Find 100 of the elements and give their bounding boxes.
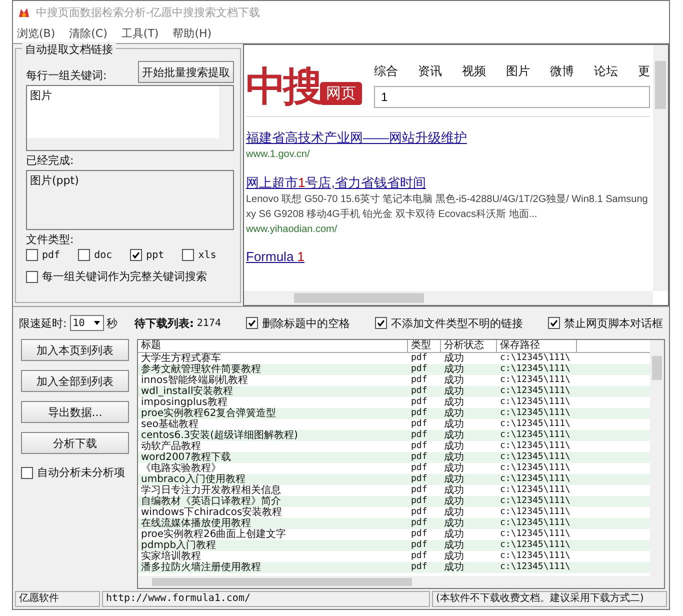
table-cell-text: c:\12345\111\ — [499, 364, 572, 375]
scrollbar[interactable] — [653, 45, 668, 291]
table-cell-text: 自编教材《英语口译教程》简介 — [140, 496, 282, 507]
table-cell-text: c:\12345\111\ — [499, 463, 572, 474]
table-cell-text: c:\12345\111\ — [499, 496, 572, 507]
queue-label: 待下载列表: — [134, 316, 194, 330]
menu-item[interactable]: 帮助(H) — [172, 26, 212, 40]
action-button[interactable]: 加入全部到列表 — [21, 370, 129, 392]
filetype-checkbox[interactable]: pdf — [26, 249, 60, 261]
whole-keyword-checkbox[interactable]: 每一组关键词作为完整关键词搜索 — [26, 269, 234, 284]
checkbox-icon — [246, 317, 258, 329]
table-cell-text: 成功 — [443, 551, 465, 562]
filetype-checkbox[interactable]: xls — [182, 249, 216, 261]
filetype-checkbox[interactable]: ppt — [130, 249, 164, 261]
menu-item[interactable]: 清除(C) — [69, 26, 108, 40]
table-cell-text: 大学生方程式赛车 — [140, 353, 222, 364]
option-checkbox[interactable]: 不添加文件类型不明的链接 — [375, 316, 523, 330]
checkbox-icon — [21, 466, 33, 478]
delay-label: 限速延时: — [19, 316, 67, 330]
nav-link[interactable]: 综合 — [374, 63, 398, 80]
nav-link[interactable]: 更 — [638, 63, 650, 80]
table-cell-text: pdf — [410, 463, 428, 474]
table-cell-text: 成功 — [443, 540, 465, 551]
table-cell-text: 成功 — [443, 518, 465, 529]
table-cell-text: pdf — [410, 430, 428, 441]
result-link[interactable]: Formula 1 — [246, 249, 650, 264]
table-cell-text: proe实例教程62复合弹簧造型 — [140, 408, 278, 419]
table-cell-text: 成功 — [443, 397, 465, 408]
table-cell-text: c:\12345\111\ — [499, 507, 572, 518]
checkbox-icon — [78, 249, 90, 261]
scrollbar[interactable] — [244, 291, 653, 305]
checkbox-icon — [26, 249, 38, 261]
table-cell-text: pdf — [410, 518, 428, 529]
action-button[interactable]: 分析下载 — [21, 432, 129, 454]
start-search-button[interactable]: 开始批量搜索提取 — [138, 61, 234, 83]
keywords-field[interactable]: 图片 — [26, 85, 234, 151]
table-cell-text: 成功 — [443, 364, 465, 375]
checkbox-icon — [548, 317, 560, 329]
scrollbar[interactable] — [138, 576, 650, 588]
table-cell-text: pdf — [410, 485, 428, 496]
table-cell-text: 成功 — [443, 463, 465, 474]
window-title: 中搜页面数据检索分析-亿愿中搜搜索文档下载 — [36, 4, 260, 20]
table-cell-text: pdf — [410, 551, 428, 562]
menu-item[interactable]: 工具(T) — [121, 26, 159, 40]
nav-link[interactable]: 论坛 — [594, 63, 618, 80]
option-checkbox[interactable]: 删除标题中的空格 — [246, 316, 350, 330]
table-cell-text: 《电路实验教程》 — [140, 463, 222, 474]
table-cell-text: umbraco入门使用教程 — [140, 474, 246, 485]
table-cell-text: pdf — [410, 529, 428, 540]
result-url: www.yihaodian.com/ — [246, 223, 338, 237]
nav-link[interactable]: 微博 — [550, 63, 574, 80]
table-cell-text: 在线流媒体播放使用教程 — [140, 518, 252, 529]
action-button[interactable]: 导出数据... — [21, 401, 129, 423]
delay-dropdown[interactable]: 10 — [70, 315, 104, 331]
table-cell-text: c:\12345\111\ — [499, 540, 572, 551]
table-cell-text: 成功 — [443, 441, 465, 452]
column-header[interactable]: 分析状态 — [441, 340, 497, 352]
logo-tag: 网页 — [320, 82, 362, 105]
table-cell-text: 成功 — [443, 474, 465, 485]
filetype-checkbox[interactable]: doc — [78, 249, 112, 261]
column-header[interactable]: 保存路径 — [497, 340, 577, 352]
menu-item[interactable]: 浏览(B) — [17, 26, 56, 40]
scrollbar[interactable] — [650, 340, 664, 588]
table-cell-text: c:\12345\111\ — [499, 441, 572, 452]
table-cell-text: pdf — [410, 419, 428, 430]
table-cell-text: pdf — [410, 408, 428, 419]
table-cell-text: 成功 — [443, 452, 465, 463]
column-header[interactable]: 标题 — [138, 340, 408, 352]
table-cell-text: 学习日专注力开发教程相关信息 — [140, 485, 282, 496]
search-field[interactable]: 1 — [374, 86, 650, 108]
table-cell-text: pdf — [410, 452, 428, 463]
table-cell-text: wdl_install安装教程 — [140, 386, 234, 397]
table-cell-text: c:\12345\111\ — [499, 529, 572, 540]
table-cell-text: 实家培训教程 — [140, 551, 201, 562]
column-header[interactable]: 类型 — [408, 340, 441, 352]
table-cell-text: 潘多拉防火墙注册使用教程 — [140, 562, 262, 573]
action-button[interactable]: 加入本页到列表 — [21, 339, 129, 361]
table-cell-text: 成功 — [443, 408, 465, 419]
table-cell-text: pdmpb入门教程 — [140, 540, 218, 551]
logo-text: 中搜 — [246, 66, 320, 108]
table-cell-text: 成功 — [443, 496, 465, 507]
option-checkbox[interactable]: 禁止网页脚本对话框 — [548, 316, 663, 330]
table-cell-text: 成功 — [443, 386, 465, 397]
table-cell-text: 成功 — [443, 529, 465, 540]
table-cell-text: 参考文献管理软件简要教程 — [140, 364, 262, 375]
queue-count: 2174 — [196, 318, 221, 328]
dropdown-arrow-icon — [92, 319, 100, 327]
table-cell-text: 成功 — [443, 375, 465, 386]
nav-link[interactable]: 图片 — [506, 63, 530, 80]
nav-link[interactable]: 资讯 — [418, 63, 442, 80]
nav-link[interactable]: 视频 — [462, 63, 486, 80]
status-panel: http://www.formula1.com/ — [102, 591, 430, 607]
done-field[interactable]: 图片(ppt) — [26, 170, 234, 230]
table-cell-text: pdf — [410, 562, 428, 573]
table-cell-text: imposingplus教程 — [140, 397, 228, 408]
auto-analyze-checkbox[interactable]: 自动分析未分析项 — [21, 465, 129, 480]
table-cell-text: c:\12345\111\ — [499, 485, 572, 496]
table-cell-text: pdf — [410, 375, 428, 386]
result-snippet: Lenovo 联想 G50-70 15.6英寸 笔记本电脑 黑色-i5-4288U/4G/1T/2G独显/ Win8.1 Samsung — [246, 192, 649, 207]
status-panel: 亿愿软件 — [15, 591, 100, 607]
